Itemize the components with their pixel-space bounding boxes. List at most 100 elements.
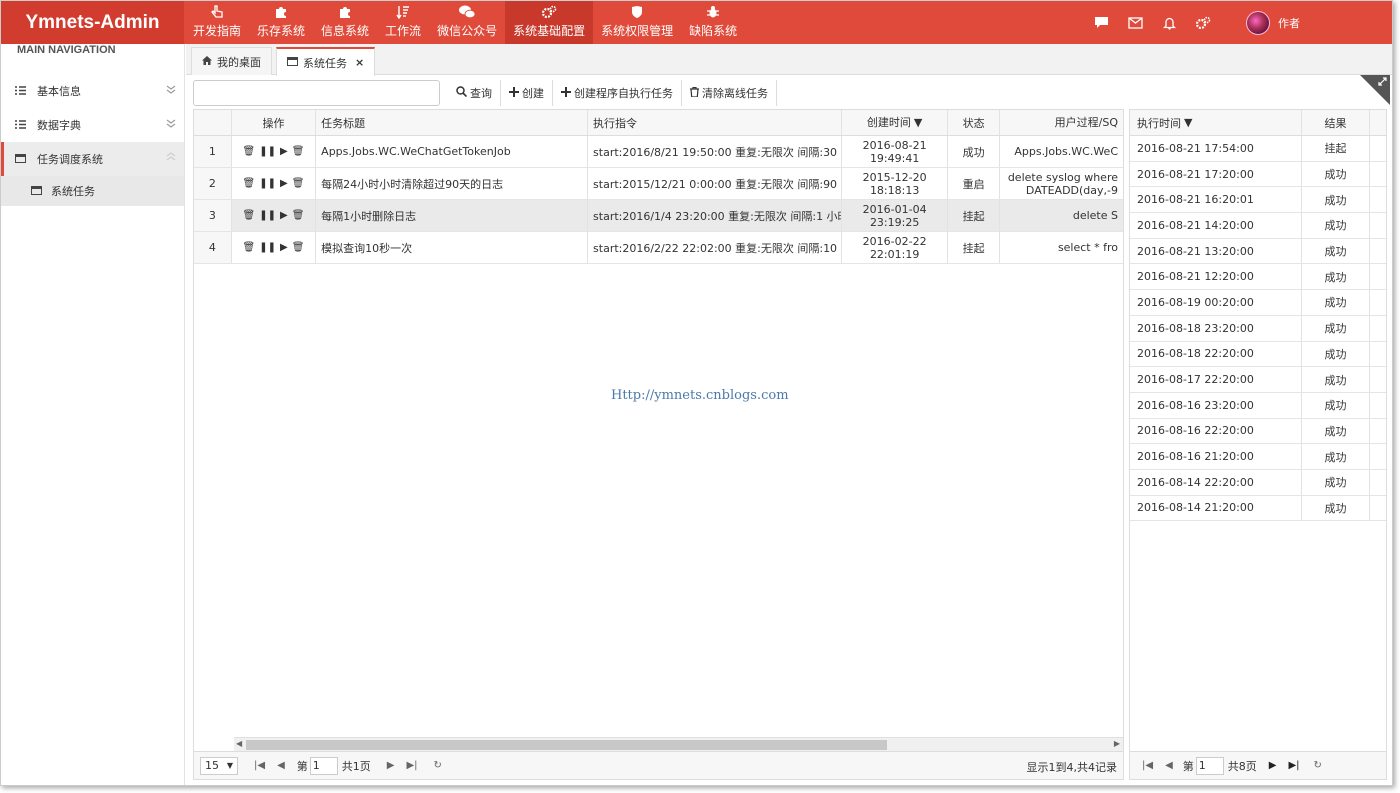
page-number-input[interactable]: 1 [1195, 756, 1224, 775]
double-chevron-down-icon [166, 84, 176, 97]
play-icon[interactable]: ▶ [280, 210, 288, 221]
log-row[interactable]: 2016-08-16 21:20:00 成功 [1130, 444, 1386, 470]
cell-command: start:2016/2/22 22:02:00 重复:无限次 间隔:10 秒 [588, 232, 843, 263]
horizontal-scrollbar[interactable]: ◀ ▶ [234, 737, 1123, 751]
trash-icon[interactable]: 🗑 [292, 210, 305, 221]
log-row[interactable]: 2016-08-14 22:20:00 成功 [1130, 469, 1386, 496]
delete-icon[interactable]: 🗑 [243, 210, 256, 221]
bell-icon[interactable] [1152, 1, 1186, 44]
mail-icon[interactable] [1118, 1, 1152, 44]
menu-dev-guide[interactable]: 开发指南 [185, 1, 249, 44]
cell-exec-time: 2016-08-17 22:20:00 [1130, 367, 1302, 392]
header-created[interactable]: 创建时间 ▼ [842, 110, 949, 135]
delete-icon[interactable]: 🗑 [243, 242, 256, 253]
sidebar-item-label: 基本信息 [37, 85, 81, 98]
task-table: 操作 任务标题 执行指令 创建时间 ▼ 状态 用户过程/SQ 1 🗑 ❚❚ ▶ 🗑 Apps… [193, 109, 1124, 780]
play-icon[interactable]: ▶ [280, 242, 288, 253]
user-menu[interactable]: 作者 [1246, 10, 1300, 35]
table-row[interactable]: 3 🗑 ❚❚ ▶ 🗑 每隔1小时删除日志 start:2016/1/4 23:20:00 重… [194, 200, 1123, 232]
first-page-icon[interactable]: |◀ [1142, 760, 1153, 771]
delete-icon[interactable]: 🗑 [243, 178, 256, 189]
header-status[interactable]: 状态 [948, 110, 1000, 135]
log-row[interactable]: 2016-08-18 23:20:00 成功 [1130, 315, 1386, 342]
menu-wechat[interactable]: 微信公众号 [429, 1, 505, 44]
page-size-select[interactable]: 15 ▼ [200, 756, 238, 775]
trash-icon[interactable]: 🗑 [292, 242, 305, 253]
sidebar-item-basic-info[interactable]: 基本信息 [1, 74, 184, 108]
menu-info[interactable]: 信息系统 [313, 1, 377, 44]
scroll-left-icon[interactable]: ◀ [236, 739, 242, 748]
pause-icon[interactable]: ❚❚ [259, 242, 276, 253]
brand-logo[interactable]: Ymnets-Admin [1, 1, 184, 44]
refresh-icon[interactable]: ↻ [434, 760, 442, 771]
log-row[interactable]: 2016-08-21 17:54:00 挂起 [1130, 136, 1386, 162]
pause-icon[interactable]: ❚❚ [259, 210, 276, 221]
cell-status: 成功 [948, 136, 1000, 167]
header-command[interactable]: 执行指令 [588, 110, 843, 135]
table-row[interactable]: 4 🗑 ❚❚ ▶ 🗑 模拟查询10秒一次 start:2016/2/22 22:02:00 … [194, 232, 1123, 264]
pause-icon[interactable]: ❚❚ [259, 146, 276, 157]
log-row[interactable]: 2016-08-17 22:20:00 成功 [1130, 367, 1386, 393]
menu-lecun[interactable]: 乐存系统 [249, 1, 313, 44]
create-proc-task-button[interactable]: 创建程序自执行任务 [553, 80, 682, 106]
log-row[interactable]: 2016-08-16 23:20:00 成功 [1130, 392, 1386, 419]
table-row[interactable]: 1 🗑 ❚❚ ▶ 🗑 Apps.Jobs.WC.WeChatGetTokenJob star… [194, 136, 1123, 168]
last-page-icon[interactable]: ▶| [406, 760, 417, 771]
sidebar-item-scheduler[interactable]: 任务调度系统 [1, 142, 184, 176]
comment-icon[interactable] [1084, 1, 1118, 44]
header-ops: 操作 [232, 110, 317, 135]
header-exec-time[interactable]: 执行时间 ▼ [1130, 110, 1302, 135]
search-input[interactable] [193, 80, 440, 106]
play-icon[interactable]: ▶ [280, 146, 288, 157]
delete-icon[interactable]: 🗑 [243, 146, 256, 157]
last-page-icon[interactable]: ▶| [1288, 760, 1299, 771]
header-proc[interactable]: 用户过程/SQ [1000, 110, 1123, 135]
menu-base-config[interactable]: 系统基础配置 [505, 1, 594, 44]
gears-icon[interactable] [1186, 1, 1220, 44]
menu-permission[interactable]: 系统权限管理 [593, 1, 681, 44]
refresh-icon[interactable]: ↻ [1314, 760, 1322, 771]
header-title[interactable]: 任务标题 [316, 110, 589, 135]
page-number-input[interactable]: 1 [309, 756, 338, 775]
create-button[interactable]: 创建 [501, 80, 553, 106]
next-page-icon[interactable]: ▶ [387, 760, 395, 771]
log-pagination: |◀ ◀ 第 1 共8页 ▶ ▶| ↻ [1130, 751, 1386, 779]
header-result[interactable]: 结果 [1302, 110, 1370, 135]
menu-workflow[interactable]: 工作流 [377, 1, 429, 44]
table-row[interactable]: 2 🗑 ❚❚ ▶ 🗑 每隔24小时小时清除超过90天的日志 start:2015/12/21… [194, 168, 1123, 200]
log-row[interactable]: 2016-08-16 22:20:00 成功 [1130, 418, 1386, 445]
log-row[interactable]: 2016-08-18 22:20:00 成功 [1130, 341, 1386, 368]
clear-offline-button[interactable]: 清除离线任务 [682, 80, 777, 106]
log-row[interactable]: 2016-08-14 21:20:00 成功 [1130, 495, 1386, 522]
home-icon [202, 55, 212, 68]
prev-page-icon[interactable]: ◀ [1165, 760, 1173, 771]
log-row[interactable]: 2016-08-19 00:20:00 成功 [1130, 290, 1386, 316]
prev-page-icon[interactable]: ◀ [277, 760, 285, 771]
tab-system-task[interactable]: 系统任务 × [276, 47, 376, 76]
tab-desktop[interactable]: 我的桌面 [191, 47, 272, 75]
nav-header: MAIN NAVIGATION [17, 44, 116, 56]
log-row[interactable]: 2016-08-21 13:20:00 成功 [1130, 238, 1386, 265]
cell-title: 模拟查询10秒一次 [316, 232, 589, 263]
menu-bug[interactable]: 缺陷系统 [681, 1, 745, 44]
first-page-icon[interactable]: |◀ [254, 760, 265, 771]
trash-icon[interactable]: 🗑 [292, 146, 305, 157]
scrollbar-thumb[interactable] [246, 740, 887, 750]
log-row[interactable]: 2016-08-21 17:20:00 成功 [1130, 161, 1386, 188]
created-date: 2016-01-04 [862, 202, 927, 216]
log-row[interactable]: 2016-08-21 12:20:00 成功 [1130, 264, 1386, 291]
trash-icon[interactable]: 🗑 [292, 178, 305, 189]
sort-icon [396, 4, 410, 20]
scroll-right-icon[interactable]: ▶ [1114, 739, 1120, 748]
cell-created: 2016-01-04 23:19:25 [842, 200, 949, 231]
next-page-icon[interactable]: ▶ [1269, 760, 1277, 771]
proc-line: DATEADD(day,-9 [1025, 183, 1118, 197]
query-button[interactable]: 查询 [448, 80, 501, 106]
tab-close-button[interactable]: × [355, 56, 364, 69]
sidebar-item-dictionary[interactable]: 数据字典 [1, 108, 184, 142]
sidebar-item-system-task[interactable]: 系统任务 [1, 176, 184, 206]
log-row[interactable]: 2016-08-21 16:20:01 成功 [1130, 187, 1386, 214]
pause-icon[interactable]: ❚❚ [259, 178, 276, 189]
log-row[interactable]: 2016-08-21 14:20:00 成功 [1130, 213, 1386, 239]
play-icon[interactable]: ▶ [280, 178, 288, 189]
